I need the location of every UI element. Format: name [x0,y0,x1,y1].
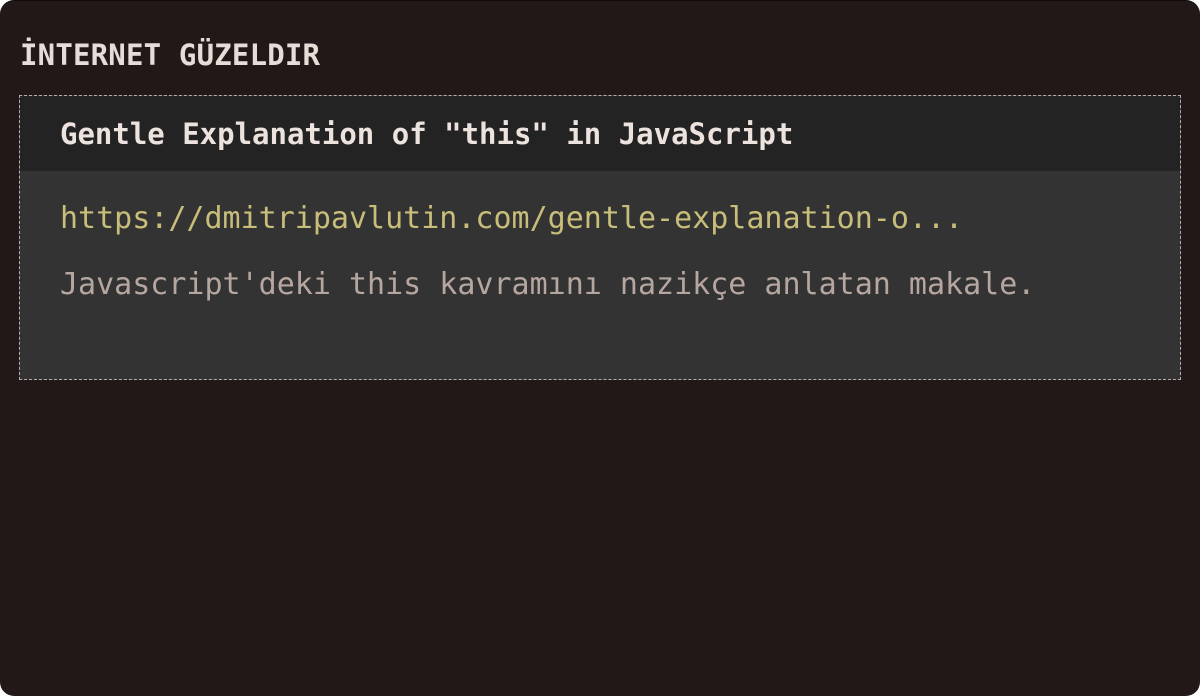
app-window: İNTERNET GÜZELDIR Gentle Explanation of … [0,0,1200,696]
section-heading: İNTERNET GÜZELDIR [20,38,321,72]
link-card-body: https://dmitripavlutin.com/gentle-explan… [20,171,1180,305]
link-card[interactable]: Gentle Explanation of "this" in JavaScri… [19,95,1181,380]
link-card-title[interactable]: Gentle Explanation of "this" in JavaScri… [60,116,793,152]
link-card-url[interactable]: https://dmitripavlutin.com/gentle-explan… [60,199,1140,239]
link-card-header: Gentle Explanation of "this" in JavaScri… [20,96,1180,171]
link-card-description: Javascript'deki this kavramını nazikçe a… [60,267,1036,302]
